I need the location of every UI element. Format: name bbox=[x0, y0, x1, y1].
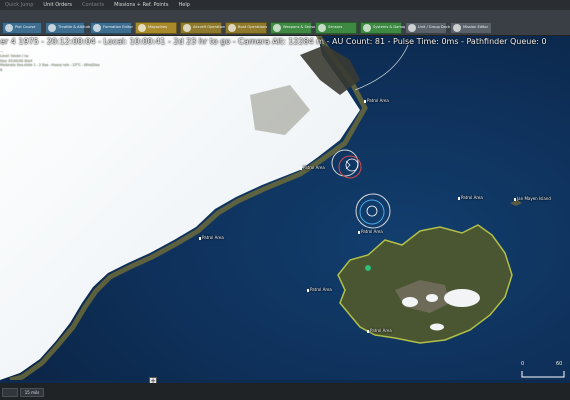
menu-unit-orders[interactable]: Unit Orders bbox=[38, 2, 77, 8]
patrol-area-label[interactable]: Patrol Area bbox=[300, 165, 325, 170]
sensors-button[interactable]: Sensors bbox=[315, 22, 357, 34]
menu-help[interactable]: Help bbox=[174, 2, 195, 8]
status-line: er 4 1975 - 20:12:00:04 - Local: 10:00:4… bbox=[0, 37, 547, 46]
doctrine-icon bbox=[408, 24, 416, 32]
scale-bar bbox=[521, 371, 565, 378]
doctrine-button[interactable]: Unit / Group Doctrine bbox=[405, 22, 456, 34]
jan-mayen-label: Jan Mayen Island bbox=[514, 196, 551, 201]
patrol-area-label[interactable]: Patrol Area bbox=[358, 229, 383, 234]
mission-editor-button[interactable]: Mission Editor bbox=[450, 22, 492, 34]
scale-left: 0 bbox=[521, 361, 525, 367]
scale-right: 60 bbox=[556, 361, 563, 367]
weapons-icon bbox=[273, 24, 281, 32]
time-compression-tab[interactable]: 15 mils bbox=[20, 388, 44, 397]
map-view[interactable] bbox=[0, 35, 570, 380]
bottom-bar: 15 mils bbox=[0, 383, 570, 400]
glacier-vatnajokull bbox=[444, 289, 480, 307]
aircraft-icon bbox=[183, 24, 191, 32]
boat-icon bbox=[228, 24, 236, 32]
plot-course-button[interactable]: Plot Course bbox=[2, 22, 42, 34]
magazine-icon bbox=[138, 24, 146, 32]
info-line: Moderate Sea-state 1 - 2 Sea - Heavy rai… bbox=[0, 63, 100, 73]
patrol-area-label[interactable]: Patrol Area bbox=[367, 328, 392, 333]
scenario-info: ... Level: Seven / na Day: 03:00:00 Star… bbox=[0, 49, 100, 73]
throttle-altitude-button[interactable]: Throttle & Altitude bbox=[45, 22, 91, 34]
command-toolbar: Plot Course Throttle & Altitude Formatio… bbox=[0, 10, 570, 36]
map-scale: 0 60 bbox=[520, 361, 566, 381]
weapons-sensors-button[interactable]: Weapons & Sensors bbox=[270, 22, 319, 34]
formation-editor-button[interactable]: Formation Editor bbox=[90, 22, 133, 34]
gear-icon bbox=[363, 24, 371, 32]
glacier-hofsjokull bbox=[426, 294, 438, 302]
glacier-myrdalsjokull bbox=[430, 323, 444, 331]
mission-icon bbox=[453, 24, 461, 32]
aircraft-operations-button[interactable]: Aircraft Operations bbox=[180, 22, 227, 34]
formation-icon bbox=[93, 24, 101, 32]
menu-quick-jump[interactable]: Quick Jump bbox=[0, 2, 38, 8]
bottom-tab[interactable] bbox=[2, 388, 18, 397]
systems-damage-button[interactable]: Systems & Damage bbox=[360, 22, 409, 34]
patrol-area-label[interactable]: Patrol Area bbox=[364, 98, 389, 103]
patrol-area-label[interactable]: Patrol Area bbox=[199, 235, 224, 240]
radar-icon bbox=[318, 24, 326, 32]
course-icon bbox=[5, 24, 13, 32]
throttle-icon bbox=[48, 24, 56, 32]
menu-missions-ref-points[interactable]: Missions + Ref. Points bbox=[109, 2, 173, 8]
glacier-langjokull bbox=[402, 297, 418, 307]
patrol-area-label[interactable]: Patrol Area bbox=[458, 195, 483, 200]
unit-marker[interactable] bbox=[365, 265, 371, 271]
patrol-area-label[interactable]: Patrol Area bbox=[307, 287, 332, 292]
menu-contacts[interactable]: Contacts bbox=[77, 2, 109, 8]
menu-bar: Quick Jump Unit Orders Contacts Missions… bbox=[0, 0, 570, 10]
magazines-button[interactable]: Magazines bbox=[135, 22, 177, 34]
boat-operations-button[interactable]: Boat Operations bbox=[225, 22, 267, 34]
